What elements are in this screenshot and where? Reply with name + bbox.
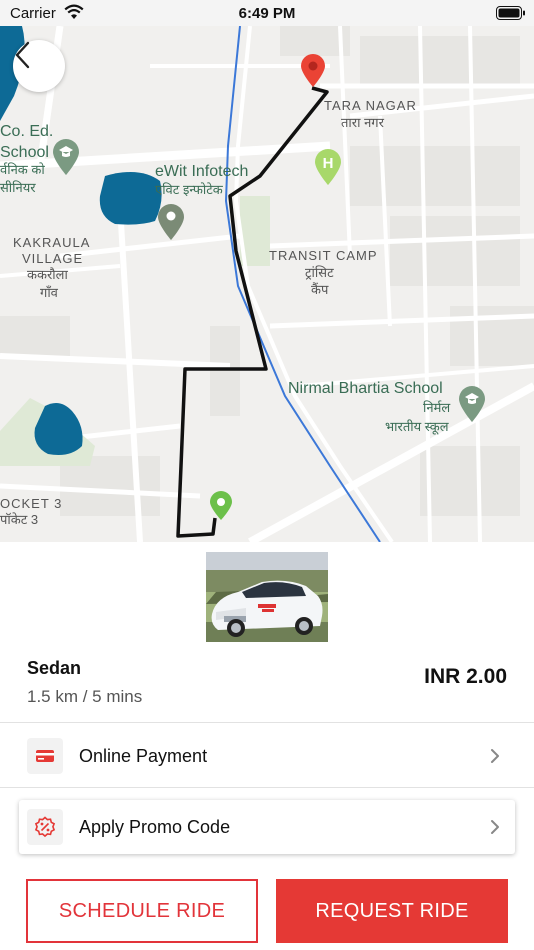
vehicle-type: Sedan [27, 658, 82, 678]
fare-price: INR 2.00 [424, 665, 507, 688]
chevron-right-icon [485, 748, 505, 764]
ride-details-panel: Sedan 1.5 km / 5 mins INR 2.00 Online Pa… [0, 542, 534, 950]
apply-promo-code-row[interactable]: Apply Promo Code [19, 800, 515, 854]
place-pin-icon [158, 204, 184, 240]
payment-method-row[interactable]: Online Payment [19, 729, 515, 783]
card-icon [27, 738, 63, 774]
chevron-left-icon [15, 41, 30, 69]
payment-method-label: Online Payment [79, 745, 208, 766]
destination-pin-icon[interactable] [300, 54, 326, 88]
schedule-ride-button[interactable]: SCHEDULE RIDE [26, 879, 258, 943]
vehicle-distance-eta: 1.5 km / 5 mins [27, 687, 143, 706]
request-ride-button[interactable]: REQUEST RIDE [276, 879, 508, 943]
svg-text:H: H [323, 155, 334, 172]
school-pin-icon-2 [459, 386, 485, 422]
route-map[interactable]: TARA NAGAR तारा नगर Co. Ed. School र्वनि… [0, 26, 534, 542]
divider [0, 787, 534, 788]
school-pin-icon [53, 139, 79, 175]
origin-pin-icon[interactable] [209, 491, 233, 521]
status-bar: Carrier 6:49 PM [0, 0, 534, 26]
chevron-right-icon [485, 819, 505, 835]
promo-code-label: Apply Promo Code [79, 816, 231, 837]
ride-booking-screen: Carrier 6:49 PM TARA NAGAR तारा नगर Co. … [0, 0, 534, 950]
battery-icon [496, 6, 526, 25]
hospital-pin-icon: H [315, 149, 341, 185]
divider [0, 722, 534, 723]
car-image [206, 552, 328, 642]
back-button[interactable] [13, 40, 65, 92]
clock-time: 6:49 PM [238, 5, 296, 22]
discount-icon [27, 809, 63, 845]
